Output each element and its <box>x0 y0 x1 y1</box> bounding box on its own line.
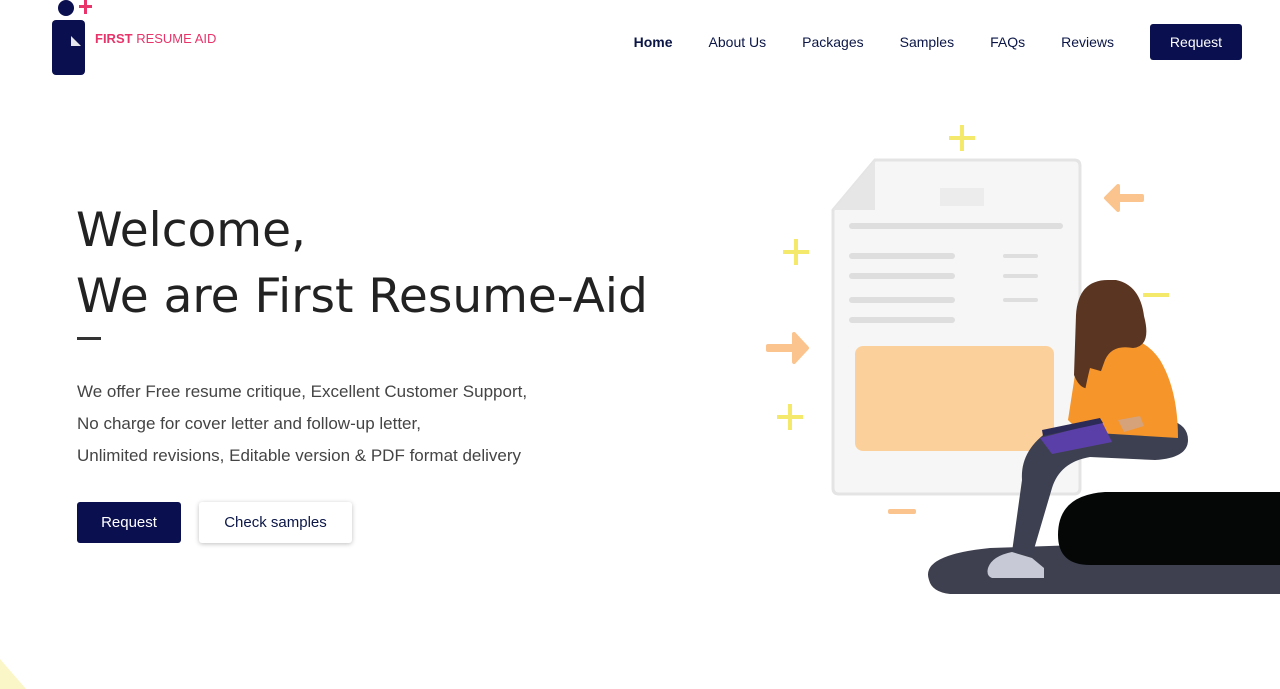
hero-title-line-2: We are First Resume-Aid <box>76 269 648 324</box>
hero-request-button[interactable]: Request <box>77 502 181 543</box>
nav-reviews-link[interactable]: Reviews <box>1061 24 1114 60</box>
hero-desc-line-3: Unlimited revisions, Editable version & … <box>77 446 522 465</box>
arrow-left-icon <box>1104 184 1144 212</box>
hero-title: Welcome, We are First Resume-Aid <box>76 198 648 330</box>
dash-icon-right <box>1143 293 1169 297</box>
brand-name-bold: FIRST <box>95 31 133 46</box>
nav-home-link[interactable]: Home <box>634 24 673 60</box>
person-plus-icon <box>52 0 92 75</box>
plus-icon-left <box>783 239 809 265</box>
nav-samples-link[interactable]: Samples <box>900 24 954 60</box>
cushion-seat <box>1058 492 1280 565</box>
nav-request-button[interactable]: Request <box>1150 24 1242 60</box>
hero-illustration <box>766 125 1280 594</box>
hero-divider <box>77 337 101 340</box>
nav-about-link[interactable]: About Us <box>709 24 767 60</box>
check-samples-button[interactable]: Check samples <box>199 502 352 543</box>
hero-desc-line-1: We offer Free resume critique, Excellent… <box>77 382 528 401</box>
arrow-right-icon <box>766 332 809 364</box>
nav-faqs-link[interactable]: FAQs <box>990 24 1025 60</box>
brand-name-light: RESUME AID <box>136 31 217 46</box>
hero-description: We offer Free resume critique, Excellent… <box>77 376 527 472</box>
hero-desc-line-2: No charge for cover letter and follow-up… <box>77 414 421 433</box>
brand-name: FIRST RESUME AID <box>95 31 216 46</box>
main-nav: Home About Us Packages Samples FAQs Revi… <box>634 24 1242 60</box>
plus-icon-top <box>949 125 975 151</box>
hero-title-line-1: Welcome, <box>76 203 306 258</box>
brand-logo[interactable]: FIRST RESUME AID <box>50 0 220 80</box>
corner-triangle-decoration <box>0 659 26 689</box>
nav-packages-link[interactable]: Packages <box>802 24 863 60</box>
plus-icon-lower-left <box>777 404 803 430</box>
dash-icon-bottom <box>888 509 916 514</box>
